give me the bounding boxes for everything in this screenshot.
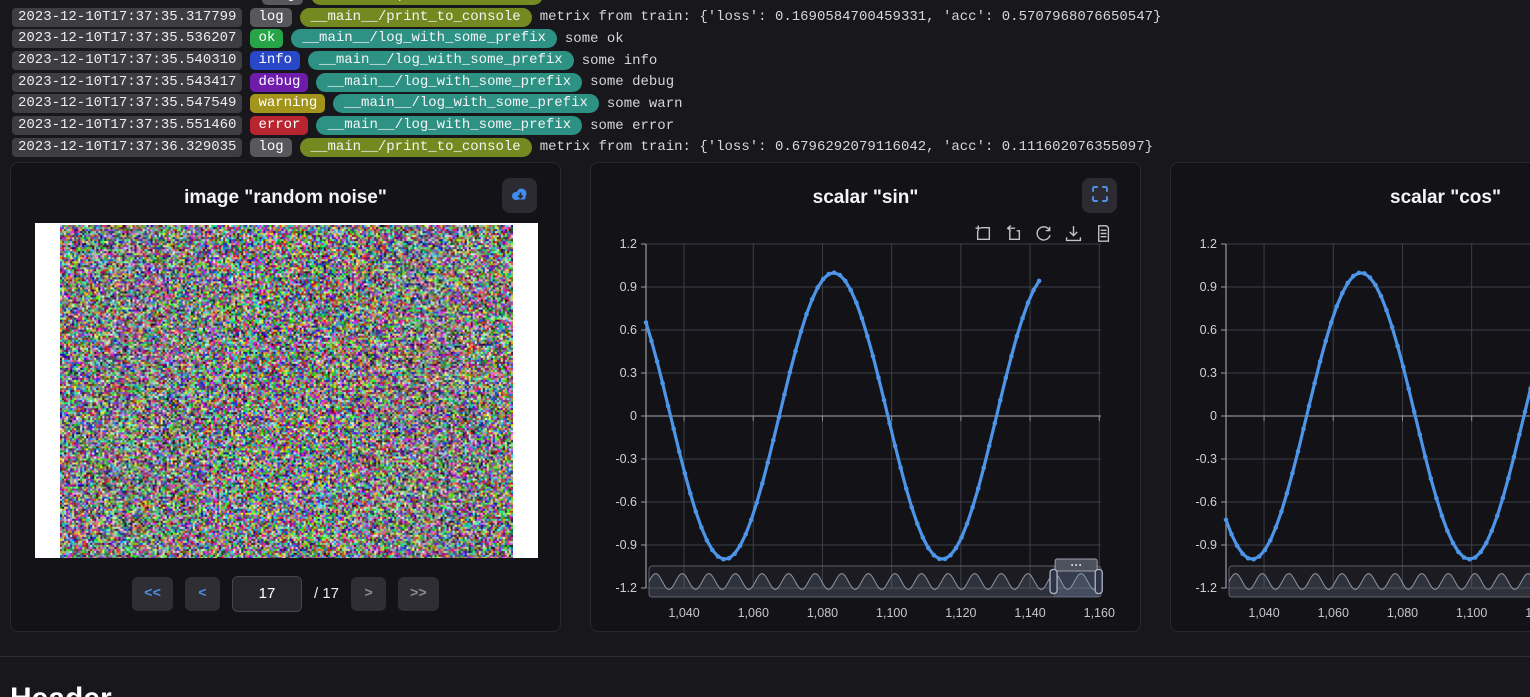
zoom-box-icon[interactable]: [975, 225, 992, 242]
svg-text:0: 0: [1210, 409, 1217, 423]
section-divider: [0, 656, 1530, 657]
log-timestamp: 2023-12-10T17:37:35.543417: [12, 73, 242, 92]
first-page-button[interactable]: <<: [132, 577, 173, 611]
log-level-badge: ok: [250, 29, 283, 48]
svg-text:1,120: 1,120: [1525, 606, 1530, 620]
log-module-badge: __main__/log_with_some_prefix: [316, 73, 582, 92]
svg-text:1,160: 1,160: [1084, 606, 1115, 620]
svg-text:0: 0: [630, 409, 637, 423]
fullscreen-icon: [1092, 186, 1108, 205]
scalar-cos-card: 1.2 0.9 0.6 0.3 0 -0.3 -0.6 -0.9 -1.2 1,040 1,060 1…: [1170, 162, 1530, 632]
noise-image-frame: [35, 223, 538, 558]
log-message: metrix from train: {'loss': 0.6796292079…: [540, 139, 1153, 155]
svg-text:-0.3: -0.3: [1195, 452, 1217, 466]
image-card: image "random noise" << <: [10, 162, 561, 632]
log-level-badge: error: [250, 116, 308, 135]
log-timestamp: 2023-12-10T17:37:36.329035: [12, 138, 242, 157]
cos-card-title: scalar "cos": [1171, 163, 1530, 233]
zoom-back-icon[interactable]: [1005, 225, 1022, 242]
log-level-badge: info: [250, 51, 300, 70]
data-view-icon[interactable]: [1095, 225, 1112, 242]
log-level-badge: log: [262, 0, 303, 5]
svg-text:0.3: 0.3: [620, 366, 637, 380]
log-timestamp: 2023-12-10T17:37:35.317799: [12, 8, 242, 27]
log-console: log __main__/print_to_console 2023-12-10…: [0, 0, 1530, 157]
svg-text:1,040: 1,040: [1248, 606, 1279, 620]
sin-chart-toolbox: [975, 225, 1112, 242]
svg-text:0.3: 0.3: [1200, 366, 1217, 380]
svg-text:1,120: 1,120: [945, 606, 976, 620]
svg-text:1,060: 1,060: [1318, 606, 1349, 620]
last-page-button[interactable]: >>: [398, 577, 439, 611]
sin-fullscreen-button[interactable]: [1082, 178, 1117, 213]
svg-text:0.6: 0.6: [1200, 323, 1217, 337]
log-timestamp: 2023-12-10T17:37:35.536207: [12, 29, 242, 48]
log-level-badge: log: [250, 138, 291, 157]
svg-text:-0.6: -0.6: [1195, 495, 1217, 509]
svg-text:0.9: 0.9: [620, 280, 637, 294]
page-number-input[interactable]: [232, 576, 302, 612]
svg-text:-0.9: -0.9: [1195, 538, 1217, 552]
svg-text:0.9: 0.9: [1200, 280, 1217, 294]
log-message: some info: [582, 53, 658, 69]
svg-text:-0.3: -0.3: [615, 452, 637, 466]
log-message: some error: [590, 118, 674, 134]
svg-text:-0.9: -0.9: [615, 538, 637, 552]
log-row: 2023-12-10T17:37:35.547549 warning __mai…: [12, 94, 1530, 113]
log-row: 2023-12-10T17:37:35.540310 info __main__…: [12, 51, 1530, 70]
log-row-partial: log __main__/print_to_console: [12, 0, 1530, 5]
log-module-badge: __main__/log_with_some_prefix: [316, 116, 582, 135]
svg-text:1,080: 1,080: [1387, 606, 1418, 620]
svg-text:-1.2: -1.2: [1195, 581, 1217, 595]
log-module-badge: __main__/print_to_console: [300, 138, 532, 157]
download-icon[interactable]: [1065, 225, 1082, 242]
log-message: metrix from train: {'loss': 0.1690584700…: [540, 9, 1162, 25]
sin-card-title: scalar "sin": [591, 163, 1140, 233]
cos-chart[interactable]: 1.2 0.9 0.6 0.3 0 -0.3 -0.6 -0.9 -1.2 1,040 1,060 1…: [1171, 163, 1530, 633]
log-message: some ok: [565, 31, 624, 47]
noise-image: [60, 225, 513, 558]
log-level-badge: debug: [250, 73, 308, 92]
next-page-button[interactable]: >: [351, 577, 386, 611]
log-row: 2023-12-10T17:37:36.329035 log __main__/…: [12, 138, 1530, 157]
dashboard-page: log __main__/print_to_console 2023-12-10…: [0, 0, 1530, 697]
log-row: 2023-12-10T17:37:35.536207 ok __main__/l…: [12, 29, 1530, 48]
svg-text:-1.2: -1.2: [615, 581, 637, 595]
cloud-download-icon: [510, 186, 530, 205]
prev-page-button[interactable]: <: [185, 577, 220, 611]
page-total-label: / 17: [314, 585, 339, 602]
svg-text:1,100: 1,100: [876, 606, 907, 620]
svg-text:1.2: 1.2: [1200, 237, 1217, 251]
footer-heading: Header: [10, 682, 1530, 697]
log-level-badge: warning: [250, 94, 325, 113]
svg-text:1,080: 1,080: [807, 606, 838, 620]
svg-text:1,100: 1,100: [1456, 606, 1487, 620]
svg-text:1,140: 1,140: [1014, 606, 1045, 620]
log-row: 2023-12-10T17:37:35.317799 log __main__/…: [12, 8, 1530, 27]
log-module-badge: __main__/log_with_some_prefix: [308, 51, 574, 70]
log-message: some debug: [590, 74, 674, 90]
svg-text:1,040: 1,040: [668, 606, 699, 620]
svg-text:0.6: 0.6: [620, 323, 637, 337]
log-module-badge: __main__/print_to_console: [300, 8, 532, 27]
cards-row: image "random noise" << <: [10, 162, 1530, 632]
svg-text:1.2: 1.2: [620, 237, 637, 251]
svg-text:1,060: 1,060: [738, 606, 769, 620]
image-pagination: << < / 17 > >>: [11, 576, 560, 612]
svg-text:-0.6: -0.6: [615, 495, 637, 509]
scalar-sin-card: 1.2 0.9 0.6 0.3 0 -0.3 -0.6 -0.9 -1.2 1,040 1,060 1…: [590, 162, 1141, 632]
log-timestamp: 2023-12-10T17:37:35.547549: [12, 94, 242, 113]
log-module-badge: __main__/print_to_console: [311, 0, 543, 5]
log-timestamp: 2023-12-10T17:37:35.551460: [12, 116, 242, 135]
log-message: some warn: [607, 96, 683, 112]
log-level-badge: log: [250, 8, 291, 27]
restore-icon[interactable]: [1035, 225, 1052, 242]
log-module-badge: __main__/log_with_some_prefix: [333, 94, 599, 113]
log-row: 2023-12-10T17:37:35.543417 debug __main_…: [12, 73, 1530, 92]
log-timestamp: 2023-12-10T17:37:35.540310: [12, 51, 242, 70]
image-download-button[interactable]: [502, 178, 537, 213]
log-rows: 2023-12-10T17:37:35.317799 log __main__/…: [12, 8, 1530, 157]
log-row: 2023-12-10T17:37:35.551460 error __main_…: [12, 116, 1530, 135]
log-module-badge: __main__/log_with_some_prefix: [291, 29, 557, 48]
